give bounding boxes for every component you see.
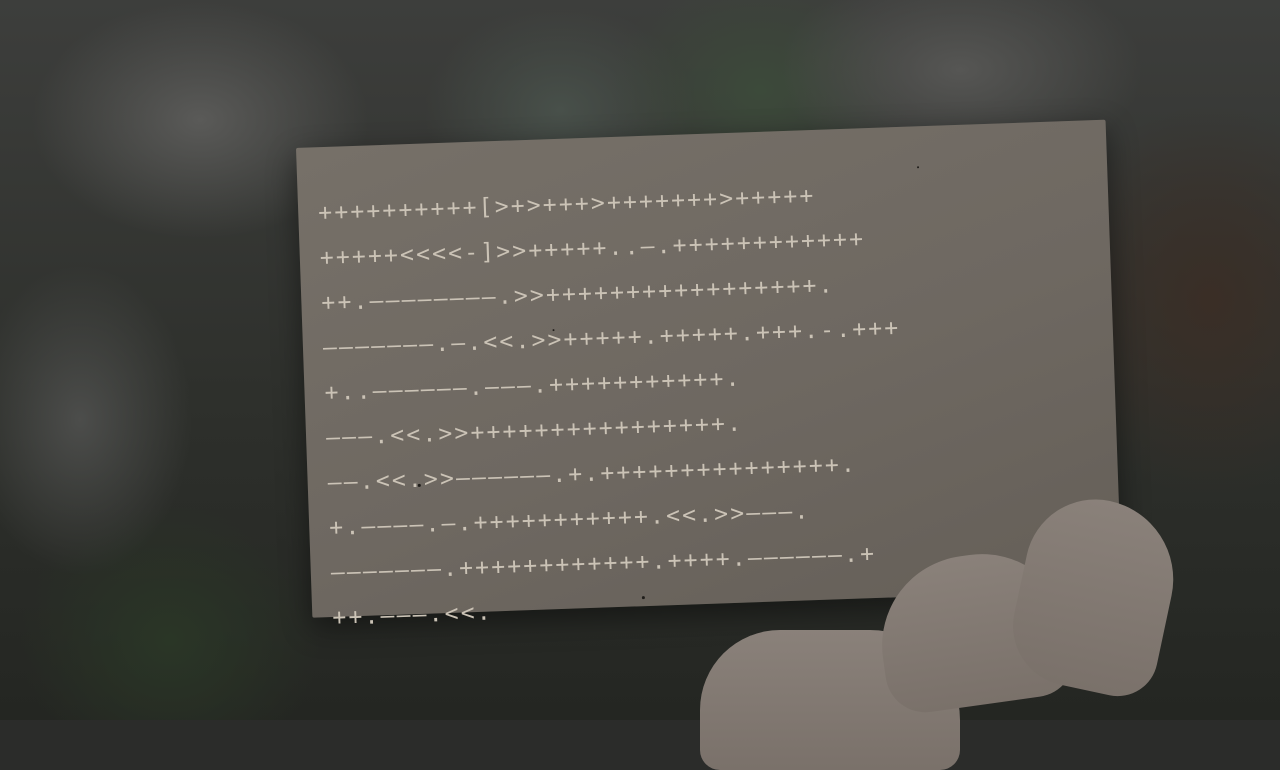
holding-hand [640,486,1200,770]
card-speck [917,166,920,169]
